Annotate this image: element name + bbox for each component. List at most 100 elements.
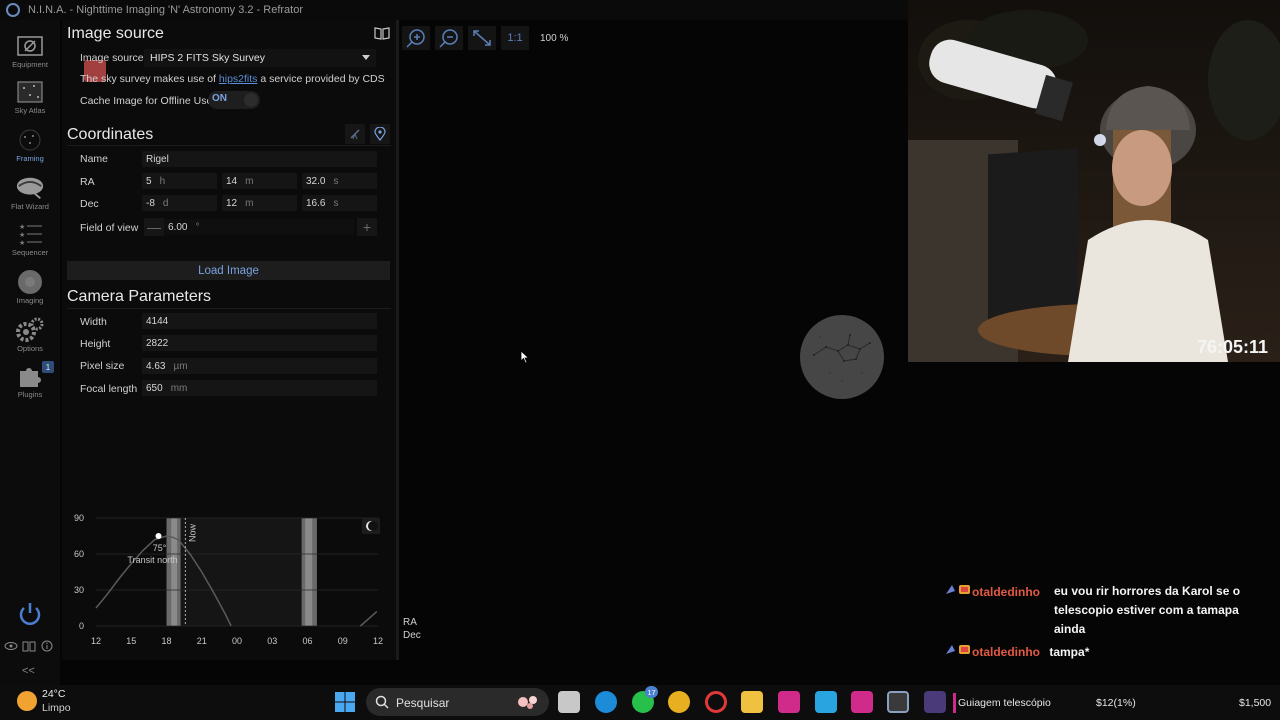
ra-minutes-unit: m [245,175,254,187]
weather-condition: Limpo [42,702,71,714]
camera-parameters-title: Camera Parameters [67,288,212,305]
ra-minutes-value: 14 [226,175,238,187]
obs-icon[interactable] [778,691,800,713]
x-tick-label: 15 [126,636,136,646]
height-input[interactable]: 2822 [142,335,377,351]
eye-icon[interactable] [4,640,18,652]
stellarium-icon[interactable] [924,691,946,713]
nav-flat-wizard[interactable]: Flat Wizard [0,174,60,220]
stock-ticker-1: $12(1%) [1096,697,1136,709]
nav-options[interactable]: Options [0,316,60,362]
book-small-icon[interactable] [22,640,36,652]
chrome-icon[interactable] [668,691,690,713]
screen: N.I.N.A. - Nighttime Imaging 'N' Astrono… [0,0,1280,720]
nina-logo-icon [6,3,20,17]
ra-seconds-input[interactable]: 32.0 s [302,173,377,189]
framing-icon [15,126,45,154]
nav-sky-atlas[interactable]: Sky Atlas [0,78,60,124]
start-button[interactable] [334,691,356,713]
actual-size-button[interactable]: 1:1 [501,26,529,50]
svg-text:★: ★ [19,231,25,239]
nav-label: Framing [16,154,44,163]
load-image-button[interactable]: Load Image [67,261,390,280]
stock-ticker-2: $1,500 [1239,697,1272,709]
ra-minutes-input[interactable]: 14 m [222,173,297,189]
ra-seconds-unit: s [333,175,339,187]
divider [67,308,391,309]
media-title[interactable]: Guiagem telescópio [958,697,1051,709]
mouse-cursor-icon [520,350,530,364]
hips2fits-link[interactable]: hips2fits [219,73,258,85]
name-input[interactable]: Rigel [142,151,377,167]
bottom-icons [4,640,54,652]
peak-label: 75° [153,543,167,553]
dec-degrees-input[interactable]: -8 d [142,195,217,211]
fov-decrease-button[interactable]: — [144,218,164,236]
dec-minutes-unit: m [245,197,254,209]
file-explorer-icon[interactable] [741,691,763,713]
nav-label: Equipment [12,60,48,69]
chat-text: tampa* [1049,645,1090,659]
fov-unit: ° [195,221,200,233]
taskbar-search[interactable]: Pesquisar [366,688,549,716]
info-icon[interactable] [40,640,54,652]
coordinates-from-location-button[interactable] [370,124,390,144]
nav-sequencer[interactable]: ★ ★ ★ Sequencer [0,220,60,266]
focal-length-input[interactable]: 650 mm [142,380,377,396]
ra-hours-input[interactable]: 5h [142,173,217,189]
nina-taskbar-icon[interactable] [887,691,909,713]
media-accent [953,693,956,713]
name-label: Name [80,153,109,165]
night-region [180,518,302,626]
dec-seconds-input[interactable]: 16.6 s [302,195,377,211]
dec-minutes-value: 12 [226,197,238,209]
focal-length-value: 650 [146,382,163,394]
dec-seconds-unit: s [333,197,339,209]
width-input[interactable]: 4144 [142,313,377,329]
zoom-out-button[interactable] [435,26,463,50]
transit-label: Transit north [127,555,177,565]
puzzle-icon [15,362,45,390]
opera-icon[interactable] [705,691,727,713]
fov-increase-button[interactable]: + [357,218,377,236]
zoom-in-icon [406,29,425,48]
image-source-label: Image source [80,52,144,64]
sky-preview-map[interactable] [800,315,884,399]
dec-label: Dec [80,198,99,210]
nav-imaging[interactable]: Imaging [0,268,60,314]
nav-framing[interactable]: Framing [0,126,60,172]
zoom-in-button[interactable] [402,26,430,50]
x-tick-label: 12 [91,636,101,646]
altitude-chart: 0 30 60 90 12 15 18 21 00 03 06 09 12 75° Transit nort… [74,513,383,646]
pixel-size-value: 4.63 [146,360,166,372]
plugins-badge: 1 [42,361,54,373]
nav-label: Flat Wizard [11,202,49,211]
twilight-band [171,518,178,626]
windows-icon [335,692,355,712]
power-icon[interactable] [16,600,44,628]
image-source-select[interactable]: HIPS 2 FITS Sky Survey [144,49,376,67]
divider [67,145,391,146]
pink-app-icon[interactable] [851,691,873,713]
search-placeholder: Pesquisar [396,696,450,710]
sync-app-icon[interactable] [815,691,837,713]
pixel-size-input[interactable]: 4.63 µm [142,358,377,374]
taskbar: 24°C Limpo Pesquisar 17 Guiagem telescóp… [0,685,1280,720]
dec-minutes-input[interactable]: 12 m [222,195,297,211]
edge-icon[interactable] [595,691,617,713]
svg-text:★: ★ [19,223,25,231]
fit-to-window-button[interactable] [468,26,496,50]
nav-label: Sequencer [11,248,49,257]
fov-input[interactable]: 6.00 ° [164,219,354,235]
cache-toggle[interactable]: ON [208,91,260,109]
nav-equipment[interactable]: Equipment [0,32,60,78]
y-tick-label: 60 [74,549,84,559]
coordinates-from-telescope-button[interactable] [345,124,365,144]
x-tick-label: 09 [338,636,348,646]
collapse-button[interactable]: << [22,665,35,677]
toggle-knob [244,93,258,107]
altitude-line [359,611,378,627]
book-icon[interactable] [374,26,390,40]
task-view-icon[interactable] [558,691,580,713]
ra-seconds-value: 32.0 [306,175,326,187]
